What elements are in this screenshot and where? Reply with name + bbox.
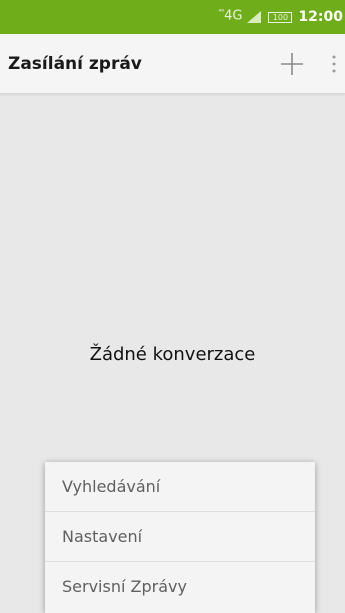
battery-level: 100	[272, 12, 289, 22]
network-indicator: ⁴⁶4G	[218, 8, 243, 24]
action-bar: Zasílání zpráv	[0, 34, 345, 94]
signal-icon	[247, 11, 262, 23]
status-bar: ⁴⁶4G 100 12:00	[0, 0, 345, 34]
battery-icon: 100	[268, 11, 293, 23]
plus-icon	[281, 53, 303, 75]
empty-state-message: Žádné konverzace	[89, 344, 256, 365]
menu-item-search[interactable]: Vyhledávání	[45, 462, 315, 512]
overflow-menu-icon	[332, 55, 336, 73]
page-title: Zasílání zpráv	[8, 54, 142, 74]
menu-item-settings[interactable]: Nastavení	[45, 512, 315, 562]
new-message-button[interactable]	[276, 48, 308, 80]
more-options-button[interactable]	[326, 48, 342, 80]
clock: 12:00	[298, 9, 343, 25]
menu-item-service-messages[interactable]: Servisní Zprávy	[45, 562, 315, 612]
overflow-menu: Vyhledávání Nastavení Servisní Zprávy	[45, 462, 315, 613]
